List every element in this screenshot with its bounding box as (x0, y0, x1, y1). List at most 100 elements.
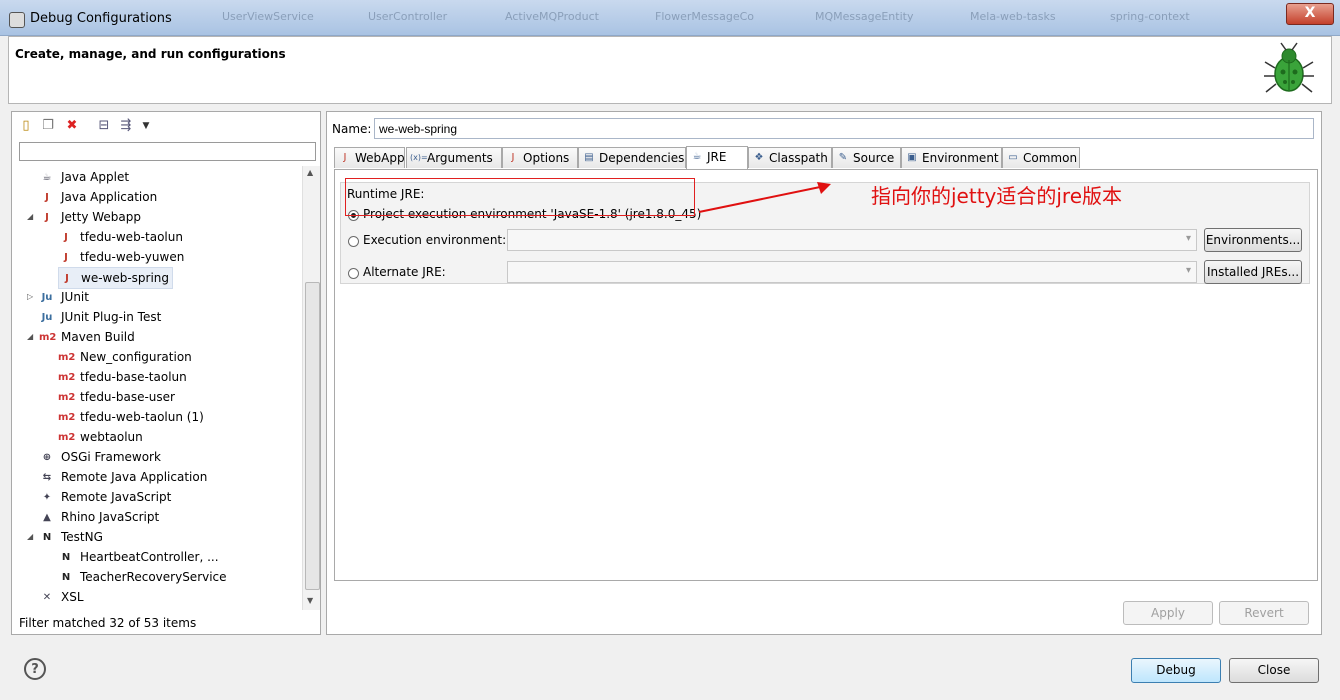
alternate-jre-combo[interactable] (507, 261, 1197, 283)
chevron-down-icon[interactable]: ▼ (138, 118, 154, 134)
tab-options[interactable]: J Options (502, 147, 578, 168)
dialog-header: Create, manage, and run configurations (8, 36, 1332, 104)
tree-item[interactable]: ▷ Ju JUnit (27, 287, 92, 307)
maven-icon: m2 (58, 412, 76, 423)
jetty-icon: J (64, 232, 68, 243)
tree-item-label: tfedu-base-taolun (80, 370, 187, 384)
scroll-down-icon[interactable]: ▼ (307, 596, 313, 605)
rhino-icon: ▲ (43, 512, 51, 523)
filter-input[interactable] (19, 142, 316, 161)
tree-item[interactable]: N HeartbeatController, ... (58, 547, 222, 567)
delete-icon[interactable]: ✖ (64, 118, 80, 134)
junit-plugin-icon: Ju (41, 312, 53, 323)
tree-item[interactable]: ✦ Remote JavaScript (39, 487, 174, 507)
collapse-icon[interactable]: ◢ (27, 327, 37, 347)
help-icon[interactable]: ? (24, 658, 46, 680)
revert-button[interactable]: Revert (1219, 601, 1309, 625)
debug-button[interactable]: Debug (1131, 658, 1221, 683)
execution-environment-label[interactable]: Execution environment: (363, 233, 506, 247)
configuration-editor-pane: Name: JWebApp(x)=Arguments J Options ▤Depen… (326, 111, 1322, 635)
jre-tab-panel: Runtime JRE: Project execution environme… (334, 169, 1318, 581)
collapse-all-icon[interactable]: ⊟ (96, 118, 112, 134)
filter-status: Filter matched 32 of 53 items (19, 616, 197, 630)
tree-item[interactable]: m2 tfedu-base-user (58, 387, 178, 407)
tree-item[interactable]: m2 tfedu-web-taolun (1) (58, 407, 207, 427)
tree-item[interactable]: Ju JUnit Plug-in Test (39, 307, 164, 327)
java-applet-icon: ☕ (42, 172, 52, 183)
tree-item[interactable]: ◢ N TestNG (27, 527, 106, 547)
configuration-tree-pane: ▯ ❐ ✖ ⊟ ⇶ ▼ ☕ Java Applet J Java Applicatio… (11, 111, 321, 635)
scrollbar-thumb[interactable] (305, 282, 320, 590)
background-tab: UserViewService (222, 10, 314, 23)
execution-environment-radio[interactable] (348, 236, 359, 247)
tab-label: JRE (707, 150, 727, 164)
alternate-jre-radio[interactable] (348, 268, 359, 279)
tree-item-label: XSL (61, 590, 84, 604)
tab-webapp[interactable]: J WebApp (334, 147, 405, 168)
tree-item[interactable]: ◢ J Jetty Webapp (27, 207, 144, 227)
environments-button[interactable]: Environments... (1204, 228, 1302, 252)
webapp-icon: J (343, 152, 347, 163)
testng-icon: N (42, 532, 52, 543)
tree-item[interactable]: ☕ Java Applet (39, 167, 132, 187)
window-close-button[interactable]: X (1286, 3, 1334, 25)
common-icon: ▭ (1008, 152, 1018, 163)
installed-jres-button[interactable]: Installed JREs... (1204, 260, 1302, 284)
filter-icon[interactable]: ⇶ (118, 118, 134, 134)
tab-environment[interactable]: ▣ Environment (901, 147, 1002, 168)
expand-icon[interactable]: ▷ (27, 287, 37, 307)
xsl-icon: ✕ (42, 592, 52, 603)
remote-javascript-icon: ✦ (42, 492, 52, 503)
tree-item[interactable]: Jtfedu-web-taolun (58, 227, 186, 247)
tree-item-label: JUnit (61, 290, 89, 304)
tab-common[interactable]: ▭ Common (1002, 147, 1080, 168)
tree-item-label: OSGi Framework (61, 450, 161, 464)
tree-item-label: tfedu-web-yuwen (80, 250, 185, 264)
tree-item[interactable]: m2 webtaolun (58, 427, 146, 447)
tree-item[interactable]: m2 New_configuration (58, 347, 195, 367)
tree-item-label: webtaolun (80, 430, 143, 444)
tab-classpath[interactable]: ❖ Classpath (748, 147, 832, 168)
tree-item[interactable]: ⇆ Remote Java Application (39, 467, 210, 487)
window-title: Debug Configurations (30, 11, 172, 26)
close-button[interactable]: Close (1229, 658, 1319, 683)
tree-item[interactable]: J Java Application (39, 187, 160, 207)
header-title: Create, manage, and run configurations (15, 47, 286, 61)
name-input[interactable] (374, 118, 1314, 139)
tree-item[interactable]: Jwe-web-spring (58, 267, 174, 289)
collapse-icon[interactable]: ◢ (27, 527, 37, 547)
alternate-jre-label[interactable]: Alternate JRE: (363, 265, 446, 279)
options-icon: J (511, 152, 515, 163)
new-configuration-icon[interactable]: ▯ (18, 118, 34, 134)
tree-item[interactable]: ▲ Rhino JavaScript (39, 507, 162, 527)
execution-environment-combo[interactable] (507, 229, 1197, 251)
name-label: Name: (332, 122, 372, 136)
tree-scrollbar[interactable]: ▲ ▼ (302, 166, 320, 610)
tab-dependencies[interactable]: ▤ Dependencies (578, 147, 686, 168)
tab-label: Options (523, 151, 570, 165)
tab-label: Common (1023, 151, 1078, 165)
apply-button[interactable]: Apply (1123, 601, 1213, 625)
tree-item[interactable]: ✕ XSL (39, 587, 87, 607)
tab-arguments[interactable]: (x)= Arguments (406, 147, 502, 168)
tab-source[interactable]: ✎ Source (832, 147, 901, 168)
tree-item-label: Maven Build (61, 330, 135, 344)
tree-item[interactable]: N TeacherRecoveryService (58, 567, 230, 587)
tree-item-label: Java Applet (61, 170, 130, 184)
jetty-icon: J (64, 252, 68, 263)
tab-jre[interactable]: ☕ JRE (686, 146, 748, 169)
testng-icon: N (61, 552, 71, 563)
tree-item-label: tfedu-web-taolun (1) (80, 410, 204, 424)
collapse-icon[interactable]: ◢ (27, 207, 37, 227)
background-tab: UserController (368, 10, 448, 23)
duplicate-icon[interactable]: ❐ (40, 118, 56, 134)
jre-icon: ☕ (692, 151, 702, 162)
tree-item-label: Remote Java Application (61, 470, 208, 484)
tree-item[interactable]: m2 tfedu-base-taolun (58, 367, 190, 387)
tree-item-label: Rhino JavaScript (61, 510, 160, 524)
tree-item[interactable]: ⊕ OSGi Framework (39, 447, 164, 467)
tree-item[interactable]: ◢ m2 Maven Build (27, 327, 138, 347)
tree-item[interactable]: Jtfedu-web-yuwen (58, 247, 187, 267)
tree-item-label: JUnit Plug-in Test (61, 310, 162, 324)
scroll-up-icon[interactable]: ▲ (307, 168, 313, 177)
